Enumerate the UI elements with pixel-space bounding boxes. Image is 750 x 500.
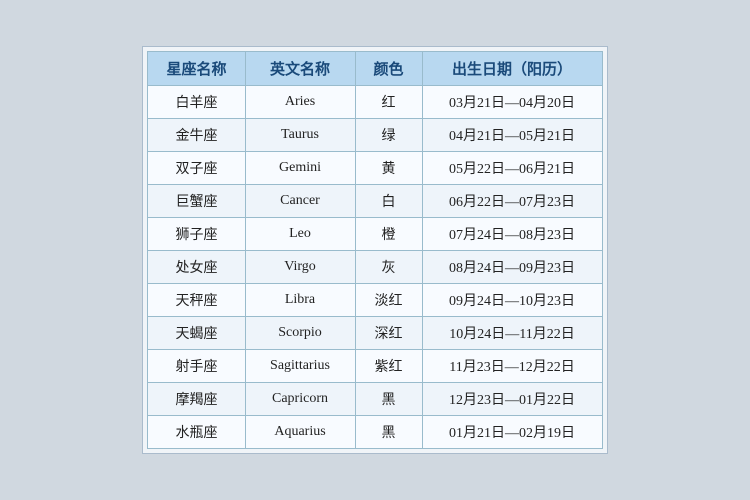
cell-en: Sagittarius <box>245 350 355 383</box>
cell-color: 红 <box>355 86 422 119</box>
cell-en: Scorpio <box>245 317 355 350</box>
table-row: 水瓶座Aquarius黑01月21日—02月19日 <box>148 416 602 449</box>
table-row: 巨蟹座Cancer白06月22日—07月23日 <box>148 185 602 218</box>
cell-date: 09月24日—10月23日 <box>422 284 602 317</box>
header-en: 英文名称 <box>245 52 355 86</box>
header-color: 颜色 <box>355 52 422 86</box>
cell-date: 11月23日—12月22日 <box>422 350 602 383</box>
table-row: 射手座Sagittarius紫红11月23日—12月22日 <box>148 350 602 383</box>
cell-cn: 处女座 <box>148 251 245 284</box>
cell-date: 04月21日—05月21日 <box>422 119 602 152</box>
table-body: 白羊座Aries红03月21日—04月20日金牛座Taurus绿04月21日—0… <box>148 86 602 449</box>
zodiac-table: 星座名称 英文名称 颜色 出生日期（阳历） 白羊座Aries红03月21日—04… <box>147 51 602 449</box>
table-row: 狮子座Leo橙07月24日—08月23日 <box>148 218 602 251</box>
cell-en: Cancer <box>245 185 355 218</box>
table-header-row: 星座名称 英文名称 颜色 出生日期（阳历） <box>148 52 602 86</box>
cell-color: 灰 <box>355 251 422 284</box>
cell-cn: 摩羯座 <box>148 383 245 416</box>
cell-en: Aquarius <box>245 416 355 449</box>
zodiac-table-container: 星座名称 英文名称 颜色 出生日期（阳历） 白羊座Aries红03月21日—04… <box>142 46 607 454</box>
cell-en: Libra <box>245 284 355 317</box>
cell-cn: 射手座 <box>148 350 245 383</box>
cell-date: 03月21日—04月20日 <box>422 86 602 119</box>
cell-cn: 天秤座 <box>148 284 245 317</box>
table-row: 白羊座Aries红03月21日—04月20日 <box>148 86 602 119</box>
table-row: 处女座Virgo灰08月24日—09月23日 <box>148 251 602 284</box>
cell-color: 黑 <box>355 416 422 449</box>
cell-date: 05月22日—06月21日 <box>422 152 602 185</box>
header-cn: 星座名称 <box>148 52 245 86</box>
cell-date: 06月22日—07月23日 <box>422 185 602 218</box>
cell-color: 绿 <box>355 119 422 152</box>
cell-en: Virgo <box>245 251 355 284</box>
cell-color: 白 <box>355 185 422 218</box>
cell-color: 深红 <box>355 317 422 350</box>
cell-date: 07月24日—08月23日 <box>422 218 602 251</box>
cell-date: 08月24日—09月23日 <box>422 251 602 284</box>
cell-en: Aries <box>245 86 355 119</box>
cell-en: Taurus <box>245 119 355 152</box>
cell-cn: 水瓶座 <box>148 416 245 449</box>
cell-cn: 天蝎座 <box>148 317 245 350</box>
cell-color: 黄 <box>355 152 422 185</box>
cell-date: 12月23日—01月22日 <box>422 383 602 416</box>
table-row: 天蝎座Scorpio深红10月24日—11月22日 <box>148 317 602 350</box>
cell-en: Capricorn <box>245 383 355 416</box>
cell-color: 紫红 <box>355 350 422 383</box>
cell-color: 黑 <box>355 383 422 416</box>
cell-cn: 巨蟹座 <box>148 185 245 218</box>
table-row: 摩羯座Capricorn黑12月23日—01月22日 <box>148 383 602 416</box>
table-row: 天秤座Libra淡红09月24日—10月23日 <box>148 284 602 317</box>
cell-date: 10月24日—11月22日 <box>422 317 602 350</box>
cell-cn: 双子座 <box>148 152 245 185</box>
cell-en: Gemini <box>245 152 355 185</box>
cell-cn: 金牛座 <box>148 119 245 152</box>
cell-color: 淡红 <box>355 284 422 317</box>
cell-cn: 白羊座 <box>148 86 245 119</box>
cell-cn: 狮子座 <box>148 218 245 251</box>
cell-color: 橙 <box>355 218 422 251</box>
table-row: 双子座Gemini黄05月22日—06月21日 <box>148 152 602 185</box>
table-row: 金牛座Taurus绿04月21日—05月21日 <box>148 119 602 152</box>
header-date: 出生日期（阳历） <box>422 52 602 86</box>
cell-date: 01月21日—02月19日 <box>422 416 602 449</box>
cell-en: Leo <box>245 218 355 251</box>
